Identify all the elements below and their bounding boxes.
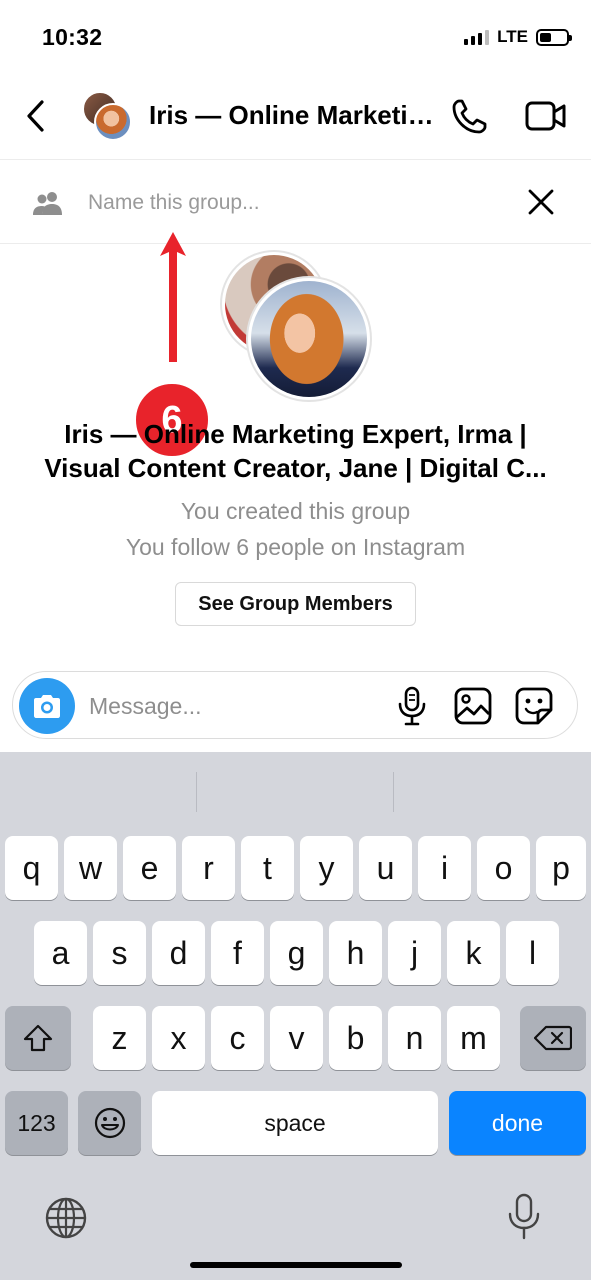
back-button[interactable] <box>22 96 52 136</box>
key-u[interactable]: u <box>359 836 412 900</box>
home-indicator[interactable] <box>190 1262 402 1268</box>
key-x[interactable]: x <box>152 1006 205 1070</box>
done-key[interactable]: done <box>449 1091 586 1155</box>
dictation-icon <box>508 1193 540 1240</box>
dictation-button[interactable] <box>506 1192 542 1242</box>
see-group-members-button[interactable]: See Group Members <box>175 582 416 626</box>
emoji-icon <box>94 1107 125 1139</box>
video-call-button[interactable] <box>524 96 568 136</box>
follow-text: You follow 6 people on Instagram <box>125 534 466 560</box>
key-c[interactable]: c <box>211 1006 264 1070</box>
sticker-icon <box>515 687 553 725</box>
message-input[interactable] <box>89 688 379 724</box>
key-k[interactable]: k <box>447 921 500 985</box>
backspace-icon <box>534 1025 572 1051</box>
phone-icon <box>452 99 487 134</box>
key-h[interactable]: h <box>329 921 382 985</box>
video-icon <box>525 101 566 131</box>
chat-title[interactable]: Iris — Online Marketing Expert, Irma | V… <box>149 100 434 131</box>
member-avatar <box>246 276 372 402</box>
key-w[interactable]: w <box>64 836 117 900</box>
voice-message-button[interactable] <box>395 686 429 726</box>
message-composer <box>12 671 578 739</box>
key-l[interactable]: l <box>506 921 559 985</box>
group-name-field[interactable] <box>88 185 488 221</box>
gallery-button[interactable] <box>453 686 493 726</box>
key-v[interactable]: v <box>270 1006 323 1070</box>
close-button[interactable] <box>524 185 558 219</box>
group-icon <box>32 189 64 217</box>
close-icon <box>528 189 554 215</box>
key-y[interactable]: y <box>300 836 353 900</box>
globe-button[interactable] <box>44 1196 88 1240</box>
key-e[interactable]: e <box>123 836 176 900</box>
key-s[interactable]: s <box>93 921 146 985</box>
key-a[interactable]: a <box>34 921 87 985</box>
emoji-key[interactable] <box>78 1091 141 1155</box>
key-d[interactable]: d <box>152 921 205 985</box>
key-b[interactable]: b <box>329 1006 382 1070</box>
key-q[interactable]: q <box>5 836 58 900</box>
back-icon <box>27 100 44 132</box>
key-o[interactable]: o <box>477 836 530 900</box>
network-label: LTE <box>497 27 528 46</box>
group-title-line-2: Visual Content Creator, Jane | Digital C… <box>44 453 547 483</box>
key-n[interactable]: n <box>388 1006 441 1070</box>
key-t[interactable]: t <box>241 836 294 900</box>
shift-icon <box>23 1024 53 1052</box>
key-p[interactable]: p <box>536 836 586 900</box>
backspace-key[interactable] <box>520 1006 586 1070</box>
globe-icon <box>45 1197 87 1239</box>
annotation-arrow <box>158 230 188 364</box>
key-g[interactable]: g <box>270 921 323 985</box>
shift-key[interactable] <box>5 1006 71 1070</box>
group-members-title: Iris — Online Marketing Expert, Irma | V… <box>20 417 571 485</box>
key-z[interactable]: z <box>93 1006 146 1070</box>
key-j[interactable]: j <box>388 921 441 985</box>
status-bar: 10:32 LTE <box>0 0 591 76</box>
sticker-button[interactable] <box>514 686 554 726</box>
group-avatar[interactable] <box>220 250 374 402</box>
numbers-key[interactable]: 123 <box>5 1091 68 1155</box>
status-time: 10:32 <box>42 24 103 50</box>
key-f[interactable]: f <box>211 921 264 985</box>
key-m[interactable]: m <box>447 1006 500 1070</box>
group-avatar-small[interactable] <box>82 91 132 141</box>
mic-icon <box>398 686 426 726</box>
status-indicators: LTE <box>464 27 572 47</box>
camera-icon <box>34 695 60 718</box>
signal-icon <box>464 29 490 45</box>
battery-icon <box>536 28 572 46</box>
created-text: You created this group <box>180 498 411 524</box>
audio-call-button[interactable] <box>450 96 490 136</box>
group-name-row <box>0 161 591 244</box>
group-title-line-1: Iris — Online Marketing Expert, Irma | <box>64 419 527 449</box>
space-key[interactable]: space <box>152 1091 438 1155</box>
suggestion-bar <box>0 752 591 818</box>
chat-header: Iris — Online Marketing Expert, Irma | V… <box>0 76 591 160</box>
key-r[interactable]: r <box>182 836 235 900</box>
gallery-icon <box>454 687 492 725</box>
camera-button[interactable] <box>19 678 75 734</box>
key-i[interactable]: i <box>418 836 471 900</box>
